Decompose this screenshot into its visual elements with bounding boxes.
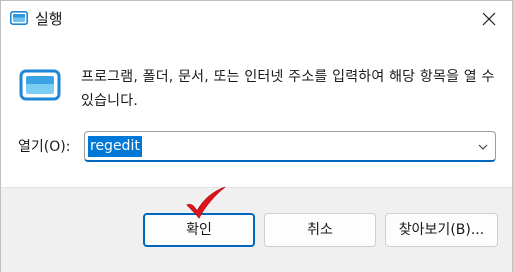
run-dialog: 실행 프로그램, 폴더, 문서, 또는 인터넷 주소를 입력하여 해당 항목을 …	[0, 0, 513, 272]
window-title: 실행	[35, 10, 63, 28]
button-bar: 확인 취소 찾아보기(B)...	[1, 187, 512, 272]
ok-button[interactable]: 확인	[143, 213, 255, 247]
close-button[interactable]	[466, 1, 512, 37]
description-text: 프로그램, 폴더, 문서, 또는 인터넷 주소를 입력하여 해당 항목을 열 수…	[81, 69, 495, 109]
open-label: 열기(O):	[18, 139, 71, 155]
run-icon	[19, 69, 61, 101]
open-input[interactable]: regedit	[84, 131, 496, 162]
chevron-down-icon[interactable]	[477, 141, 489, 153]
run-dialog-icon	[10, 11, 28, 25]
open-input-value[interactable]: regedit	[88, 136, 142, 157]
cancel-button[interactable]: 취소	[264, 213, 376, 247]
title-bar: 실행	[1, 1, 512, 37]
close-icon	[482, 12, 496, 26]
browse-button[interactable]: 찾아보기(B)...	[385, 213, 498, 247]
